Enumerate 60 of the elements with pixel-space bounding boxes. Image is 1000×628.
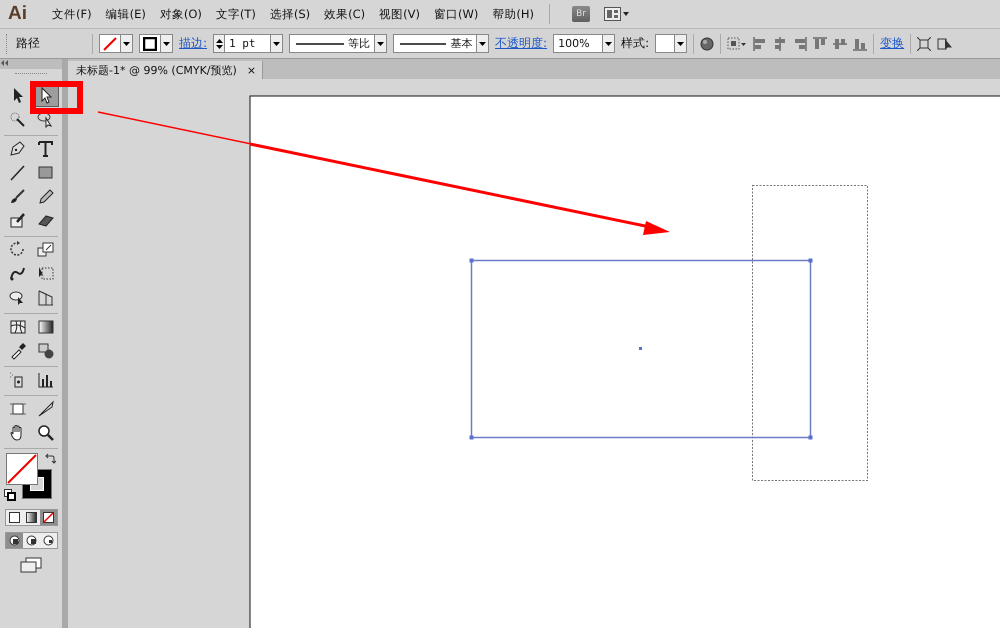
horizontal-align-icon[interactable] xyxy=(793,36,808,50)
draw-inside-button[interactable] xyxy=(40,533,56,548)
fill-color-box[interactable] xyxy=(6,453,38,485)
gradient-mode-button[interactable] xyxy=(22,510,40,525)
caret-icon[interactable] xyxy=(123,42,130,46)
draw-normal-button[interactable] xyxy=(6,533,22,548)
highlight-box xyxy=(30,81,83,114)
panel-collapse-icon[interactable] xyxy=(0,59,62,69)
variable-width-profile-dropdown[interactable]: 等比 xyxy=(289,34,388,53)
stroke-weight-field[interactable]: 1 pt xyxy=(213,34,284,53)
default-colors-icon[interactable] xyxy=(4,489,16,501)
globe-icon[interactable] xyxy=(700,36,714,50)
caret-icon[interactable] xyxy=(377,42,384,46)
caret-icon[interactable] xyxy=(677,42,684,46)
app-logo: Ai xyxy=(8,3,27,25)
menu-item[interactable]: 文字(T) xyxy=(208,6,263,22)
screen-mode-icon[interactable] xyxy=(20,557,42,573)
color-mode-button[interactable] xyxy=(6,510,22,525)
vertical-align-icon[interactable] xyxy=(833,36,848,50)
isolate-icon[interactable] xyxy=(917,36,932,50)
spinner-arrows-icon[interactable] xyxy=(216,38,223,50)
vertical-align-icon[interactable] xyxy=(853,36,868,50)
caret-icon[interactable] xyxy=(605,42,612,46)
fill-swatch[interactable] xyxy=(99,34,133,53)
swap-arrows-icon[interactable] xyxy=(44,453,56,465)
caret-icon[interactable] xyxy=(163,42,170,46)
menu-item[interactable]: 选择(S) xyxy=(262,6,318,22)
transform-link[interactable]: 变换 xyxy=(880,35,904,52)
menu-item[interactable]: 帮助(H) xyxy=(485,6,541,22)
caret-icon[interactable] xyxy=(273,42,280,46)
document-tab[interactable]: 未标题-1* @ 99% (CMYK/预览) × xyxy=(68,61,264,79)
workspace-switcher-icon[interactable] xyxy=(604,7,630,21)
no-color-slash-icon xyxy=(102,36,118,50)
brush-definition-dropdown[interactable]: 基本 xyxy=(393,34,490,53)
align-to-selection-icon[interactable] xyxy=(727,36,748,50)
caret-icon[interactable] xyxy=(479,42,486,46)
graphic-style-swatch[interactable] xyxy=(655,34,688,53)
draw-behind-button[interactable] xyxy=(22,533,40,548)
horizontal-align-icon[interactable] xyxy=(753,36,768,50)
menu-item[interactable]: 编辑(E) xyxy=(98,6,153,22)
vertical-align-icon[interactable] xyxy=(813,36,828,50)
dotted-rectangle[interactable] xyxy=(752,185,868,481)
menu-item[interactable]: 文件(F) xyxy=(45,6,99,22)
style-label: 样式: xyxy=(621,35,650,52)
selection-type-label: 路径 xyxy=(16,35,41,52)
horizontal-align-icon[interactable] xyxy=(773,36,788,50)
opacity-field[interactable]: 100% xyxy=(553,34,616,53)
close-tab-button[interactable]: × xyxy=(246,64,256,76)
stroke-swatch[interactable] xyxy=(139,34,173,53)
menu-item[interactable]: 视图(V) xyxy=(372,6,428,22)
stroke-link[interactable]: 描边: xyxy=(179,35,208,52)
menu-item[interactable]: 效果(C) xyxy=(317,6,372,22)
stroke-line-icon xyxy=(296,42,344,46)
selection-pointer-icon[interactable] xyxy=(937,36,954,50)
document-title: 未标题-1* @ 99% (CMYK/预览) xyxy=(76,62,237,78)
opacity-link[interactable]: 不透明度: xyxy=(495,35,548,52)
none-mode-button[interactable] xyxy=(40,510,56,525)
stroke-line-icon xyxy=(400,42,446,46)
menu-item[interactable]: 窗口(W) xyxy=(427,6,486,22)
menu-item[interactable]: 对象(O) xyxy=(152,6,209,22)
